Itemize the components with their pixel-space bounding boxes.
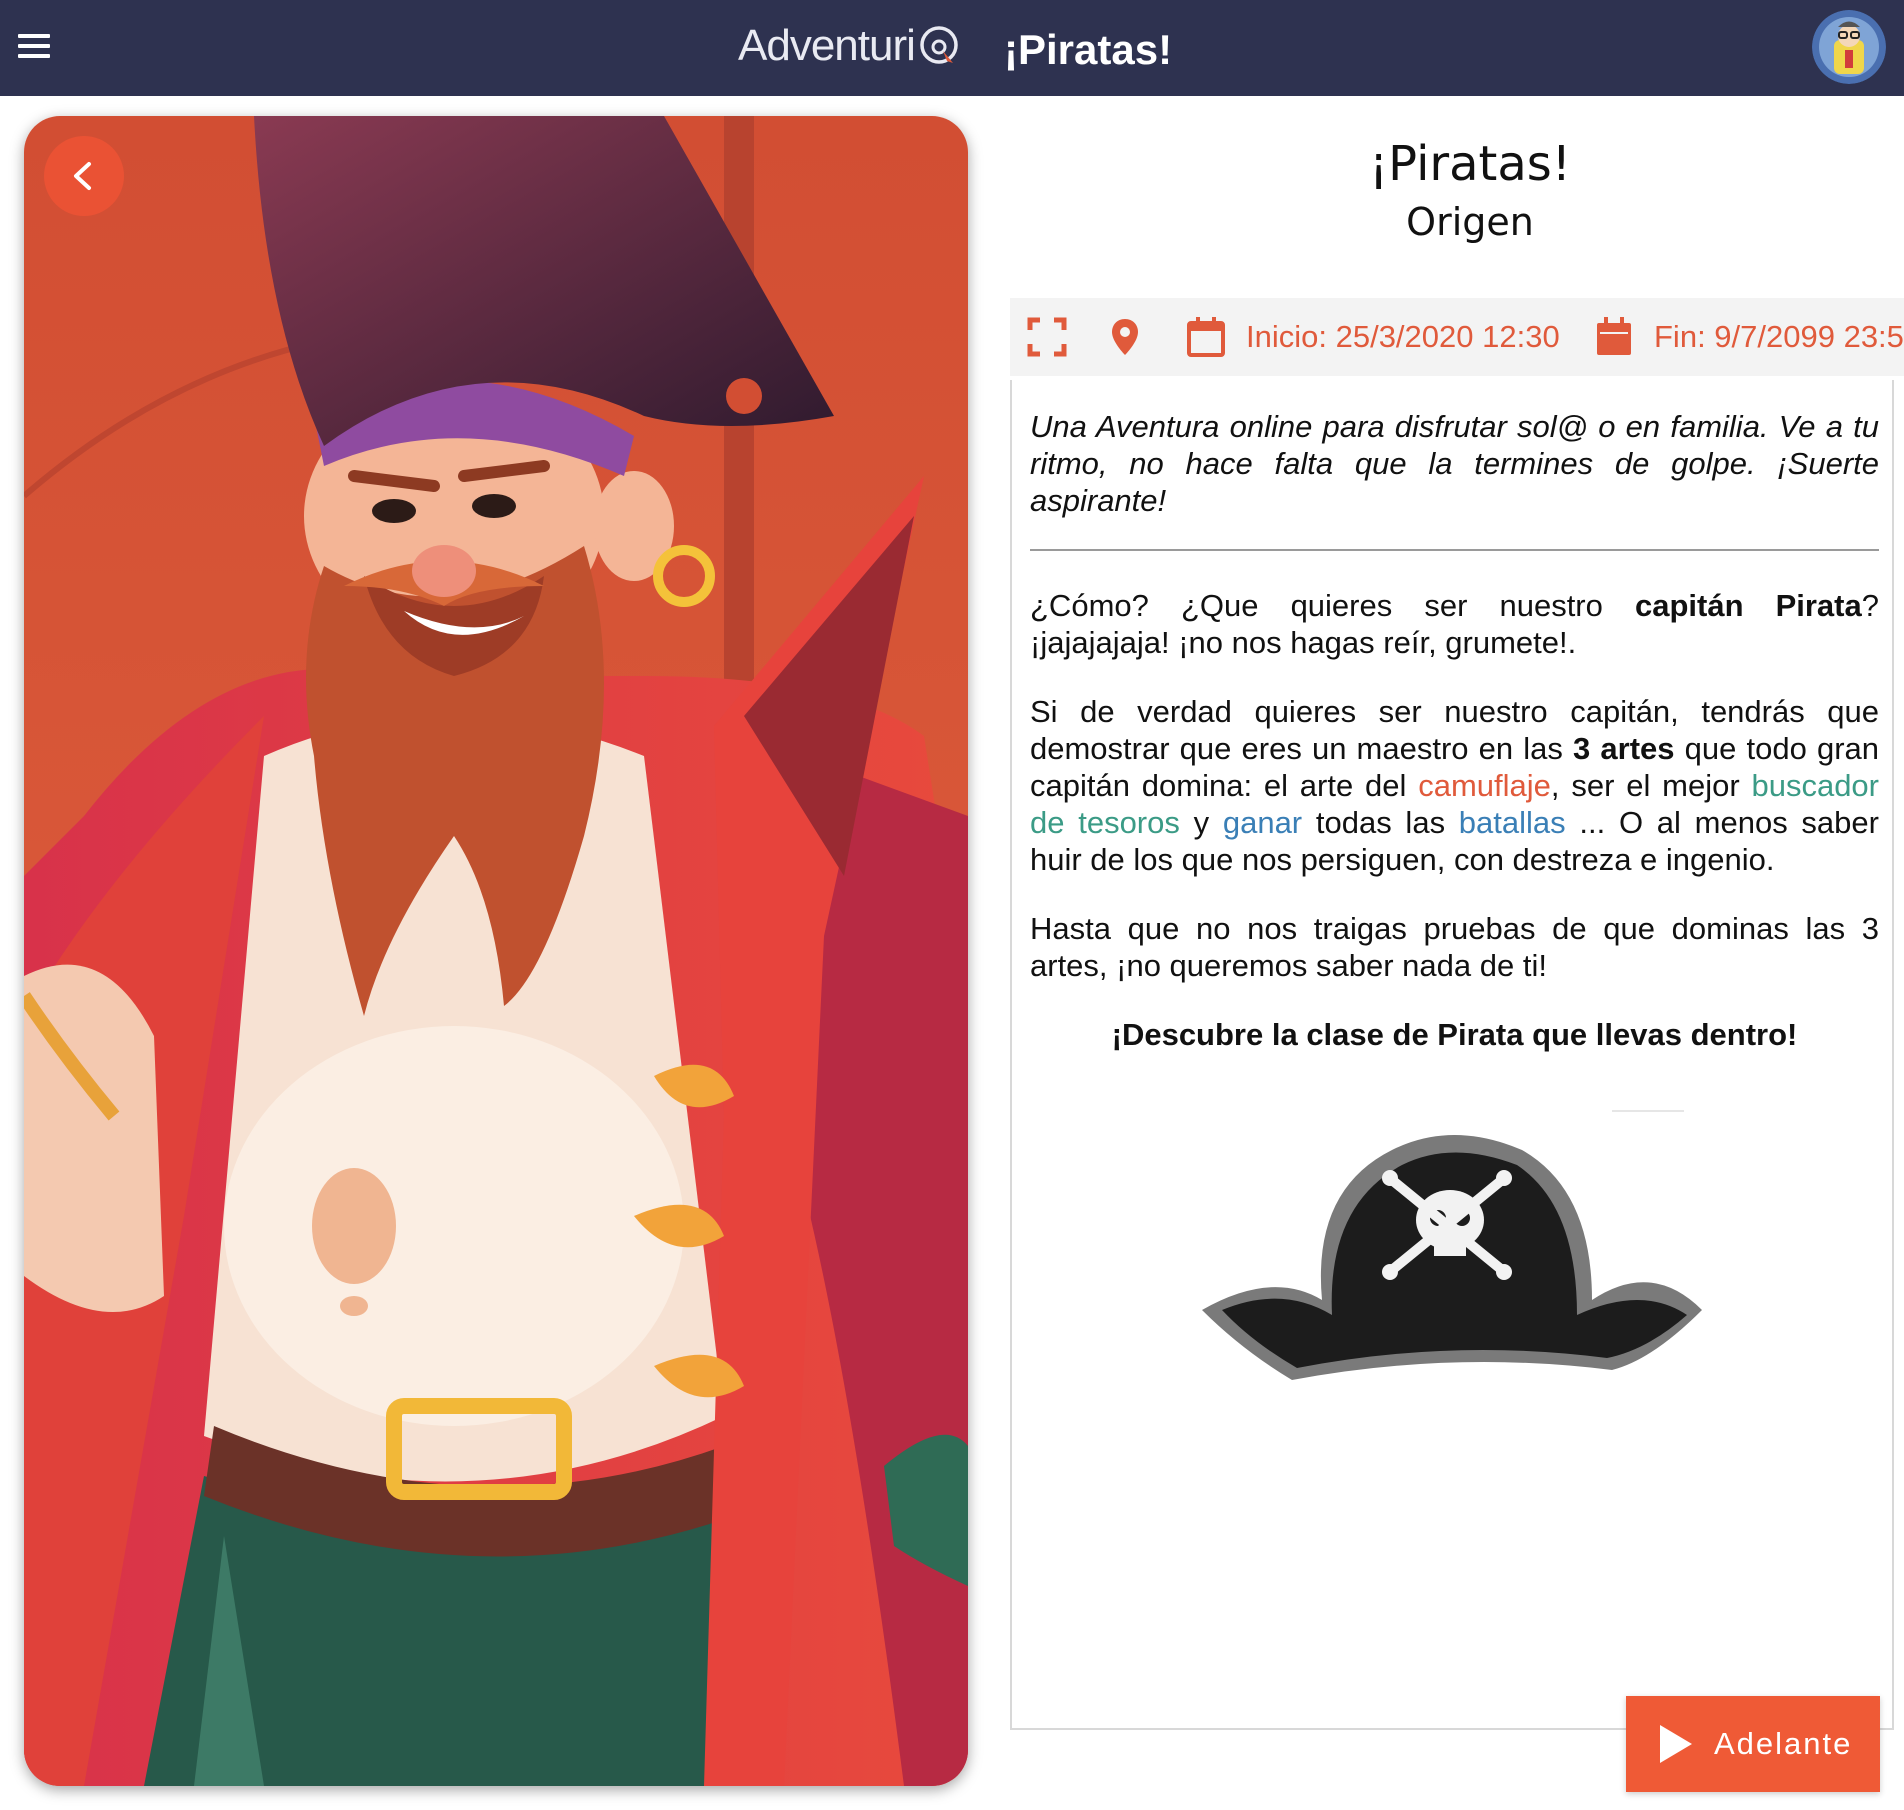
start-date: Inicio: 25/3/2020 12:30 — [1186, 298, 1560, 376]
pirate-illustration — [24, 116, 968, 1786]
calendar-outline-icon — [1187, 317, 1225, 357]
paragraph-2: Si de verdad quieres ser nuestro capitán… — [1030, 694, 1879, 877]
adventure-info-bar: Inicio: 25/3/2020 12:30 Fin: 9/7/2099 23… — [1010, 298, 1904, 376]
map-pin-icon — [1112, 319, 1138, 355]
fullscreen-icon — [1027, 317, 1067, 357]
divider — [1030, 549, 1879, 551]
paragraph-1: ¿Cómo? ¿Que quieres ser nuestro capitán … — [1030, 588, 1879, 660]
next-button[interactable]: Adelante — [1626, 1696, 1880, 1792]
batallas-highlight: batallas — [1458, 805, 1566, 840]
location-button[interactable] — [1110, 298, 1140, 376]
brand-name: Adventuri — [738, 21, 916, 70]
adventure-subtitle: Origen — [1406, 200, 1534, 244]
camuflaje-highlight: camuflaje — [1418, 768, 1551, 803]
fullscreen-button[interactable] — [1026, 298, 1068, 376]
play-icon — [1660, 1725, 1692, 1763]
end-date-text: Fin: 9/7/2099 23:59 — [1654, 319, 1904, 354]
pirate-hat-image — [1202, 1135, 1702, 1380]
ganar-highlight: ganar — [1222, 805, 1303, 840]
brand-logo[interactable]: Adventuri — [738, 16, 963, 76]
adventure-header: ¡Piratas! Origen — [1010, 136, 1904, 244]
intro-text: Una Aventura online para disfrutar sol@ … — [1030, 409, 1879, 518]
user-avatar[interactable] — [1812, 10, 1886, 84]
end-date: Fin: 9/7/2099 23:59 — [1594, 298, 1904, 376]
app-bar-title: ¡Piratas! — [1004, 26, 1173, 73]
chevron-left-icon — [74, 162, 91, 190]
call-to-action: ¡Descubre la clase de Pirata que llevas … — [1111, 1017, 1798, 1052]
adventure-title: ¡Piratas! — [1368, 136, 1572, 192]
brand-logo-icon — [920, 26, 958, 64]
next-button-label: Adelante — [1714, 1726, 1853, 1761]
adventure-description-panel: Una Aventura online para disfrutar sol@ … — [1010, 380, 1894, 1730]
paragraph-3: Hasta que no nos traigas pruebas de que … — [1030, 911, 1879, 983]
calendar-filled-icon — [1597, 317, 1631, 355]
hamburger-menu-icon[interactable] — [18, 34, 50, 60]
start-date-text: Inicio: 25/3/2020 12:30 — [1246, 319, 1560, 354]
top-app-bar: Adventuri ¡Piratas! — [0, 0, 1904, 96]
adventure-cover-image — [24, 116, 968, 1786]
back-button[interactable] — [44, 136, 124, 216]
